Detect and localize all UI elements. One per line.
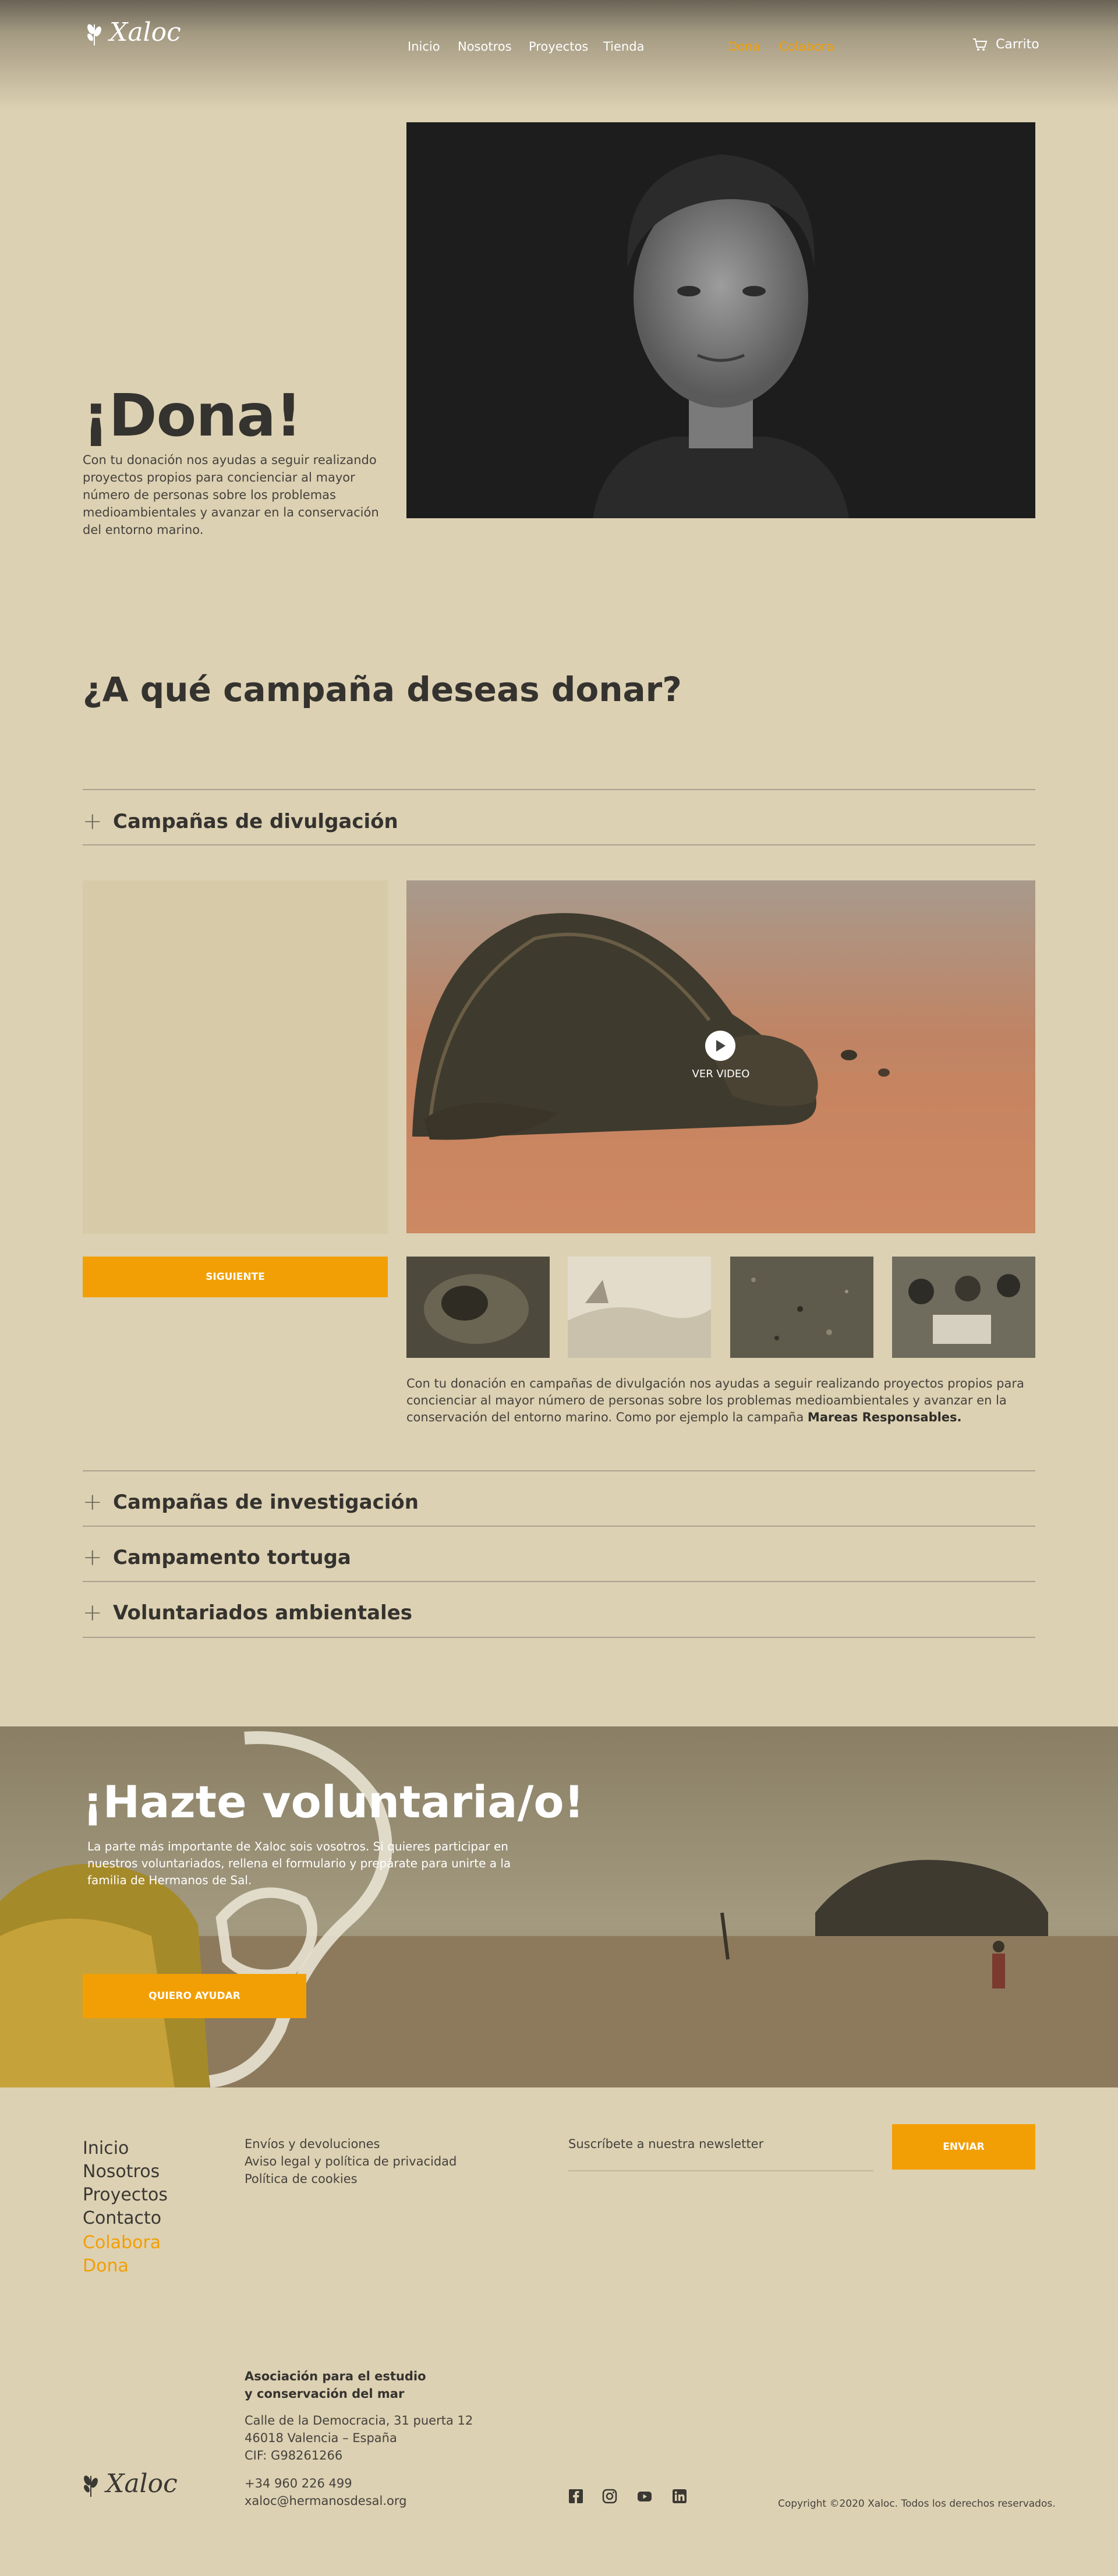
divider [83, 1526, 1035, 1527]
accordion-divulgacion[interactable]: + Campañas de divulgación [83, 795, 1035, 848]
newsletter-send-button[interactable]: ENVIAR [892, 2124, 1035, 2170]
campaign-description: Con tu donación en campañas de divulgaci… [406, 1375, 1035, 1426]
footer-nav-colabora[interactable]: Colabora [83, 2232, 161, 2253]
youtube-icon[interactable] [637, 2489, 652, 2504]
footer-logo-text: Xaloc [106, 2469, 178, 2499]
address-city: 46018 Valencia – España [245, 2431, 397, 2445]
footer-nav-inicio[interactable]: Inicio [83, 2138, 129, 2159]
video-label: VER VIDEO [692, 1068, 750, 1080]
divider [83, 1581, 1035, 1582]
footer-nav-proyectos[interactable]: Proyectos [83, 2185, 168, 2205]
divider [83, 789, 1035, 790]
sprig-icon [84, 2475, 98, 2497]
volunteer-button[interactable]: QUIERO AYUDAR [83, 1974, 306, 2018]
footer-link-aviso-legal[interactable]: Aviso legal y política de privacidad [245, 2154, 457, 2168]
cif-number: CIF: G98261266 [245, 2448, 343, 2462]
cart-icon [973, 38, 988, 51]
campaign-section-title: ¿A qué campaña deseas donar? [83, 670, 682, 709]
email-link[interactable]: xaloc@hermanosdesal.org [245, 2494, 406, 2508]
video-player[interactable]: VER VIDEO [406, 880, 1035, 1233]
linkedin-icon[interactable] [672, 2489, 687, 2504]
plus-icon: + [83, 1600, 102, 1626]
facebook-icon[interactable] [568, 2489, 583, 2504]
gallery-thumbnail[interactable] [568, 1257, 711, 1358]
cart-link[interactable]: Carrito [972, 37, 1039, 52]
nav-inicio[interactable]: Inicio [408, 40, 440, 54]
accordion-investigacion[interactable]: + Campañas de investigación [83, 1476, 1035, 1528]
cart-label: Carrito [996, 37, 1039, 52]
accordion-label: Voluntariados ambientales [113, 1601, 412, 1625]
phone-number[interactable]: +34 960 226 499 [245, 2476, 352, 2490]
sprig-icon [87, 24, 101, 45]
gallery-thumbnail[interactable] [892, 1257, 1035, 1358]
nav-colabora[interactable]: Colabora [779, 40, 834, 54]
volunteer-title: ¡Hazte voluntaria/o! [83, 1776, 585, 1828]
footer-link-cookies[interactable]: Política de cookies [245, 2172, 358, 2186]
plus-icon: + [83, 808, 102, 835]
play-icon[interactable] [705, 1031, 735, 1061]
site-header: Xaloc Inicio Nosotros Proyectos Tienda D… [0, 0, 1118, 111]
accordion-label: Campañas de investigación [113, 1491, 419, 1514]
campaign-name[interactable]: Mareas Responsables. [808, 1410, 962, 1424]
divider [83, 844, 1035, 845]
logo-text: Xaloc [109, 17, 181, 47]
site-logo[interactable]: Xaloc [83, 17, 181, 47]
gallery-thumbnail[interactable] [406, 1257, 550, 1358]
accordion-campamento[interactable]: + Campamento tortuga [83, 1531, 1035, 1584]
org-name-line2: y conservación del mar [245, 2387, 405, 2401]
nav-nosotros[interactable]: Nosotros [458, 40, 512, 54]
footer-nav-contacto[interactable]: Contacto [83, 2208, 161, 2228]
instagram-icon[interactable] [602, 2489, 617, 2504]
hero-text: Con tu donación nos ayudas a seguir real… [83, 453, 379, 537]
donation-form-area[interactable] [83, 880, 388, 1234]
copyright-text: Copyright ©2020 Xaloc. Todos los derecho… [778, 2498, 1056, 2510]
hero-title: ¡Dona! [83, 381, 302, 450]
org-name-line1: Asociación para el estudio [245, 2369, 426, 2383]
nav-tienda[interactable]: Tienda [603, 40, 644, 54]
plus-icon: + [83, 1544, 102, 1571]
footer-logo[interactable]: Xaloc [79, 2469, 178, 2499]
nav-dona[interactable]: Dona [728, 40, 760, 54]
accordion-voluntariados[interactable]: + Voluntariados ambientales [83, 1587, 1035, 1639]
accordion-label: Campamento tortuga [113, 1546, 351, 1569]
footer-link-envios[interactable]: Envíos y devoluciones [245, 2137, 380, 2151]
footer-nav-nosotros[interactable]: Nosotros [83, 2161, 160, 2182]
nav-proyectos[interactable]: Proyectos [529, 40, 588, 54]
address-street: Calle de la Democracia, 31 puerta 12 [245, 2414, 473, 2428]
newsletter-input[interactable]: Suscríbete a nuestra newsletter [568, 2137, 873, 2151]
plus-icon: + [83, 1489, 102, 1516]
footer-nav-dona[interactable]: Dona [83, 2256, 129, 2276]
newsletter-underline [568, 2170, 873, 2171]
divider [83, 1470, 1035, 1471]
divider [83, 1637, 1035, 1638]
volunteer-text: La parte más importante de Xaloc sois vo… [87, 1839, 511, 1887]
next-button[interactable]: SIGUIENTE [83, 1257, 388, 1297]
hero-portrait-image [406, 122, 1035, 518]
accordion-label: Campañas de divulgación [113, 810, 398, 833]
gallery-thumbnail[interactable] [730, 1257, 873, 1358]
